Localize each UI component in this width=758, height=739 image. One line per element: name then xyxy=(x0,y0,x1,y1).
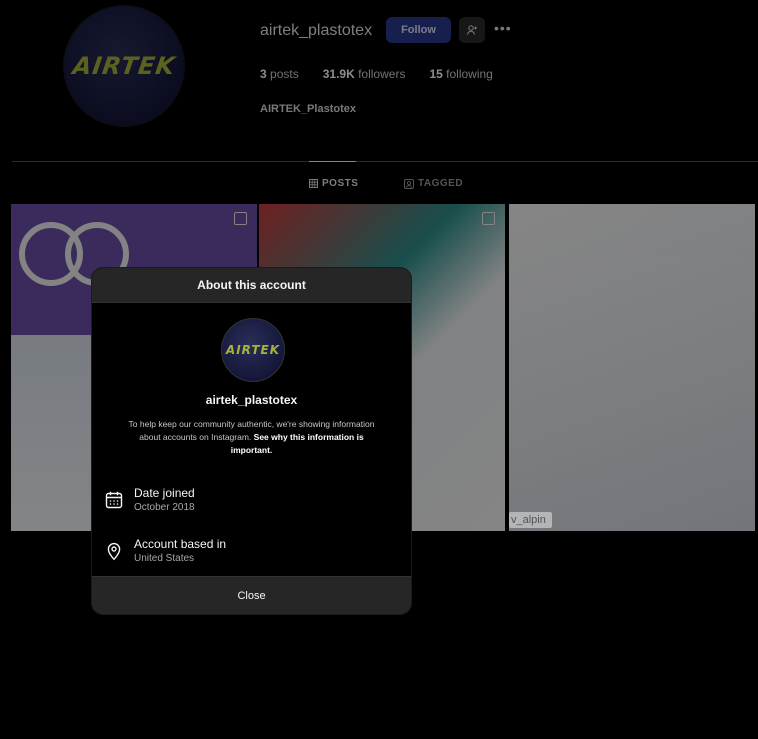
modal-description: To help keep our community authentic, we… xyxy=(122,418,381,457)
tab-tagged[interactable]: TAGGED xyxy=(404,178,463,189)
multi-photo-icon xyxy=(234,212,247,225)
account-location-row: Account based in United States xyxy=(104,537,226,564)
follow-button[interactable]: Follow xyxy=(386,17,451,43)
profile-avatar[interactable]: AIRTEK xyxy=(64,6,184,126)
profile-full-name: AIRTEK_Plastotex xyxy=(260,103,356,115)
more-options-button[interactable]: ••• xyxy=(494,20,512,36)
date-joined-label: Date joined xyxy=(134,486,195,500)
following-stat[interactable]: 15 following xyxy=(429,67,492,81)
multi-photo-icon xyxy=(732,212,745,225)
post-tile-skier[interactable] xyxy=(509,204,755,531)
profile-username: airtek_plastotex xyxy=(260,22,373,39)
date-joined-value: October 2018 xyxy=(134,502,195,513)
close-button[interactable]: Close xyxy=(92,576,411,614)
calendar-icon xyxy=(105,491,123,509)
grid-icon xyxy=(309,179,318,188)
tab-posts[interactable]: POSTS xyxy=(309,178,358,189)
based-in-label: Account based in xyxy=(134,537,227,551)
active-tab-indicator xyxy=(309,161,356,162)
suggest-people-button[interactable] xyxy=(459,17,485,43)
based-in-value: United States xyxy=(134,553,195,564)
add-person-icon xyxy=(467,25,477,35)
followers-stat[interactable]: 31.9K followers xyxy=(323,67,406,81)
modal-title: About this account xyxy=(92,268,411,303)
date-joined-row: Date joined October 2018 xyxy=(104,486,195,513)
profile-stats: 3 posts 31.9K followers 15 following xyxy=(260,67,493,81)
multi-photo-icon xyxy=(482,212,495,225)
location-pin-icon xyxy=(107,542,121,561)
tagged-icon xyxy=(404,178,414,189)
see-why-link[interactable]: See why this information is important. xyxy=(231,432,364,455)
airtek-logo: AIRTEK xyxy=(70,52,178,80)
posts-stat: 3 posts xyxy=(260,67,299,81)
modal-avatar: AIRTEK xyxy=(221,318,285,382)
airtek-logo: AIRTEK xyxy=(225,343,281,357)
modal-username: airtek_plastotex xyxy=(205,393,298,407)
about-account-modal: About this account AIRTEK airtek_plastot… xyxy=(91,267,412,615)
section-divider xyxy=(12,161,758,162)
tag-caption: v_alpin xyxy=(509,512,552,528)
